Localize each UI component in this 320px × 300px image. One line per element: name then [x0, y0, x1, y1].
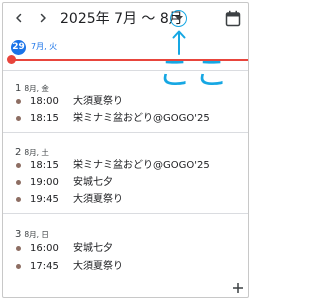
day-header[interactable]: 3 8月, 日 [15, 222, 49, 240]
day-header[interactable]: 1 8月, 金 [15, 76, 49, 94]
today-date-badge[interactable]: 29 [11, 40, 26, 55]
calendar-icon [225, 10, 241, 27]
date-range-dropdown-button[interactable] [170, 10, 187, 27]
current-time-dot [7, 55, 16, 64]
event-title: 大須夏祭り [73, 261, 123, 272]
chevron-left-icon [16, 13, 22, 23]
event-title: 安城七夕 [73, 243, 113, 254]
event-color-dot [16, 180, 21, 185]
day-number: 3 [15, 229, 22, 240]
previous-button[interactable] [10, 9, 28, 27]
today-section: 29 7月, 火 [3, 40, 248, 70]
event-color-dot [16, 264, 21, 269]
day-subtitle: 8月, 金 [24, 84, 49, 93]
event-item[interactable]: 18:15 栄ミナミ盆おどり@GOGO'25 [3, 158, 248, 174]
chevron-right-icon [40, 13, 46, 23]
day-number: 1 [15, 83, 22, 94]
day-divider [3, 213, 248, 214]
event-item[interactable]: 19:00 安城七夕 [3, 175, 248, 191]
widget-header: 2025年 7月 ～ 8月 [3, 3, 248, 35]
event-time: 17:45 [30, 261, 59, 272]
event-color-dot [16, 99, 21, 104]
event-item[interactable]: 16:00 安城七夕 [3, 241, 248, 257]
caret-down-icon [174, 16, 183, 21]
event-item[interactable]: 19:45 大須夏祭り [3, 192, 248, 208]
event-item[interactable]: 18:00 大須夏祭り [3, 94, 248, 110]
day-subtitle: 8月, 日 [24, 230, 49, 239]
event-color-dot [16, 197, 21, 202]
event-title: 大須夏祭り [73, 194, 123, 205]
event-title: 大須夏祭り [73, 96, 123, 107]
day-divider [3, 70, 248, 71]
event-time: 16:00 [30, 243, 59, 254]
event-color-dot [16, 116, 21, 121]
open-calendar-button[interactable] [225, 10, 241, 27]
event-color-dot [16, 163, 21, 168]
event-time: 18:15 [30, 113, 59, 124]
event-title: 栄ミナミ盆おどり@GOGO'25 [73, 113, 210, 124]
day-number: 2 [15, 147, 22, 158]
next-button[interactable] [34, 9, 52, 27]
event-color-dot [16, 246, 21, 251]
event-time: 18:15 [30, 160, 59, 171]
plus-icon [233, 283, 243, 293]
calendar-widget: 2025年 7月 ～ 8月 ここ 29 7月, 火 1 8月, 金 18:00 … [2, 2, 249, 298]
event-title: 安城七夕 [73, 177, 113, 188]
event-item[interactable]: 18:15 栄ミナミ盆おどり@GOGO'25 [3, 111, 248, 127]
day-header[interactable]: 2 8月, 土 [15, 140, 49, 158]
today-date-label: 7月, 火 [31, 42, 58, 51]
day-divider [3, 132, 248, 133]
event-time: 19:00 [30, 177, 59, 188]
event-title: 栄ミナミ盆おどり@GOGO'25 [73, 160, 210, 171]
current-time-line [15, 59, 248, 61]
add-event-button[interactable] [232, 279, 244, 293]
day-subtitle: 8月, 土 [24, 148, 49, 157]
event-time: 19:45 [30, 194, 59, 205]
event-time: 18:00 [30, 96, 59, 107]
date-range-title[interactable]: 2025年 7月 ～ 8月 [60, 10, 183, 28]
event-item[interactable]: 17:45 大須夏祭り [3, 259, 248, 275]
